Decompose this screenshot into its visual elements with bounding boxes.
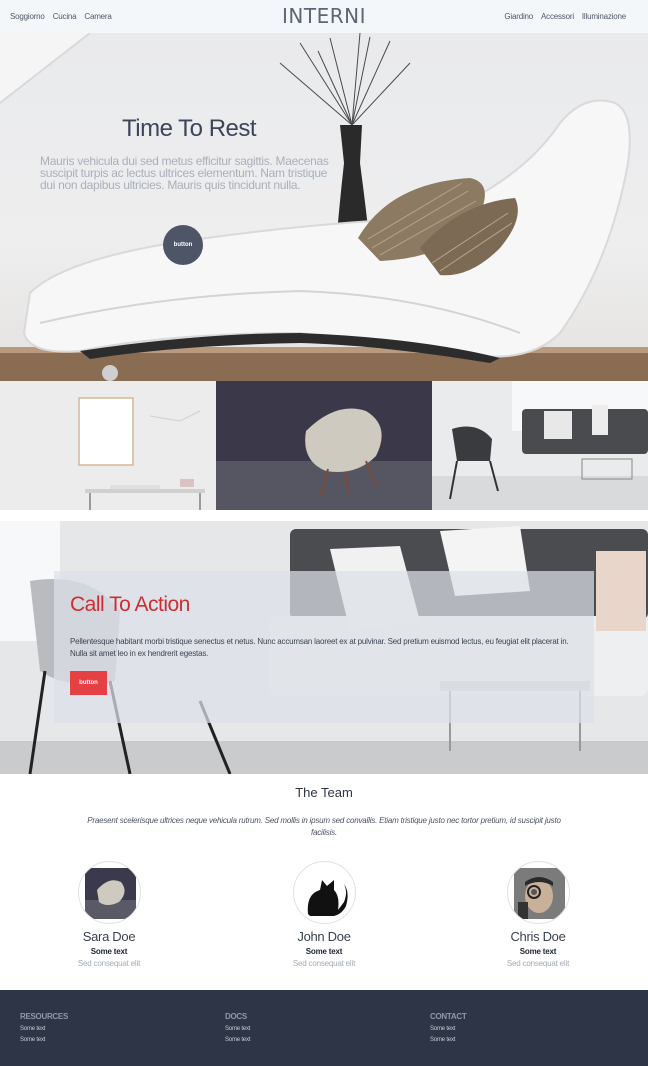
top-navbar: Soggiorno Cucina Camera INTERNI Giardino…: [0, 0, 648, 33]
cta-button[interactable]: button: [70, 671, 107, 695]
team-description: Praesent scelerisque ultrices neque vehi…: [87, 816, 561, 837]
member-name: Sara Doe: [82, 929, 136, 944]
hero-text: Mauris vehicula dui sed metus efficitur …: [40, 154, 329, 192]
member-name: Chris Doe: [510, 929, 566, 944]
member-subtitle: Sed consequat elit: [506, 959, 570, 968]
gallery-image-frame: [0, 381, 216, 510]
footer-link[interactable]: Some text: [225, 1037, 250, 1043]
avatar-john: [292, 861, 356, 924]
cta-text: Pellentesque habitant morbi tristique se…: [70, 637, 569, 658]
member-name: John Doe: [297, 929, 351, 944]
footer-link[interactable]: Some text: [225, 1026, 250, 1032]
avatar-chris: [506, 861, 570, 924]
team-title: The Team: [295, 785, 353, 800]
footer-link[interactable]: Some text: [20, 1037, 68, 1043]
team-member-card: Chris Doe Some text Sed consequat elit: [468, 861, 608, 968]
footer: RESOURCES Some text Some text DOCS Some …: [0, 990, 648, 1066]
member-subtitle: Sed consequat elit: [292, 959, 356, 968]
hero-chaise-image: [0, 33, 648, 381]
call-to-action-section: Call To Action Pellentesque habitant mor…: [0, 521, 648, 774]
footer-column-contact: CONTACT Some text Some text: [430, 1012, 467, 1043]
nav-link-illuminazione[interactable]: Illuminazione: [582, 12, 626, 21]
hero-title: Time To Rest: [122, 115, 257, 142]
cta-title: Call To Action: [70, 593, 190, 616]
footer-link[interactable]: Some text: [430, 1026, 466, 1032]
nav-right-links: Giardino Accessori Illuminazione: [504, 12, 626, 21]
footer-column-resources: RESOURCES Some text Some text: [20, 1012, 68, 1043]
team-member-card: Sara Doe Some text Sed consequat elit: [39, 861, 179, 968]
member-role: Some text: [90, 947, 128, 956]
member-role: Some text: [305, 947, 343, 956]
footer-link[interactable]: Some text: [430, 1037, 466, 1043]
image-gallery: [0, 381, 648, 510]
footer-link[interactable]: Some text: [20, 1026, 68, 1032]
footer-heading: CONTACT: [430, 1012, 467, 1021]
team-member-card: John Doe Some text Sed consequat elit: [254, 861, 394, 968]
nav-link-giardino[interactable]: Giardino: [504, 12, 533, 21]
cta-panel: Call To Action Pellentesque habitant mor…: [54, 571, 594, 723]
gallery-image-chair: [216, 381, 432, 510]
gallery-image-living: [432, 381, 648, 510]
footer-column-docs: DOCS Some text Some text: [225, 1012, 250, 1043]
hero-section: Time To Rest Mauris vehicula dui sed met…: [0, 33, 648, 381]
avatar-sara: [77, 861, 141, 924]
nav-link-accessori[interactable]: Accessori: [541, 12, 574, 21]
member-subtitle: Sed consequat elit: [77, 959, 141, 968]
hero-button[interactable]: button: [163, 225, 203, 265]
footer-heading: DOCS: [225, 1012, 247, 1021]
footer-heading: RESOURCES: [20, 1012, 68, 1021]
member-role: Some text: [519, 947, 557, 956]
